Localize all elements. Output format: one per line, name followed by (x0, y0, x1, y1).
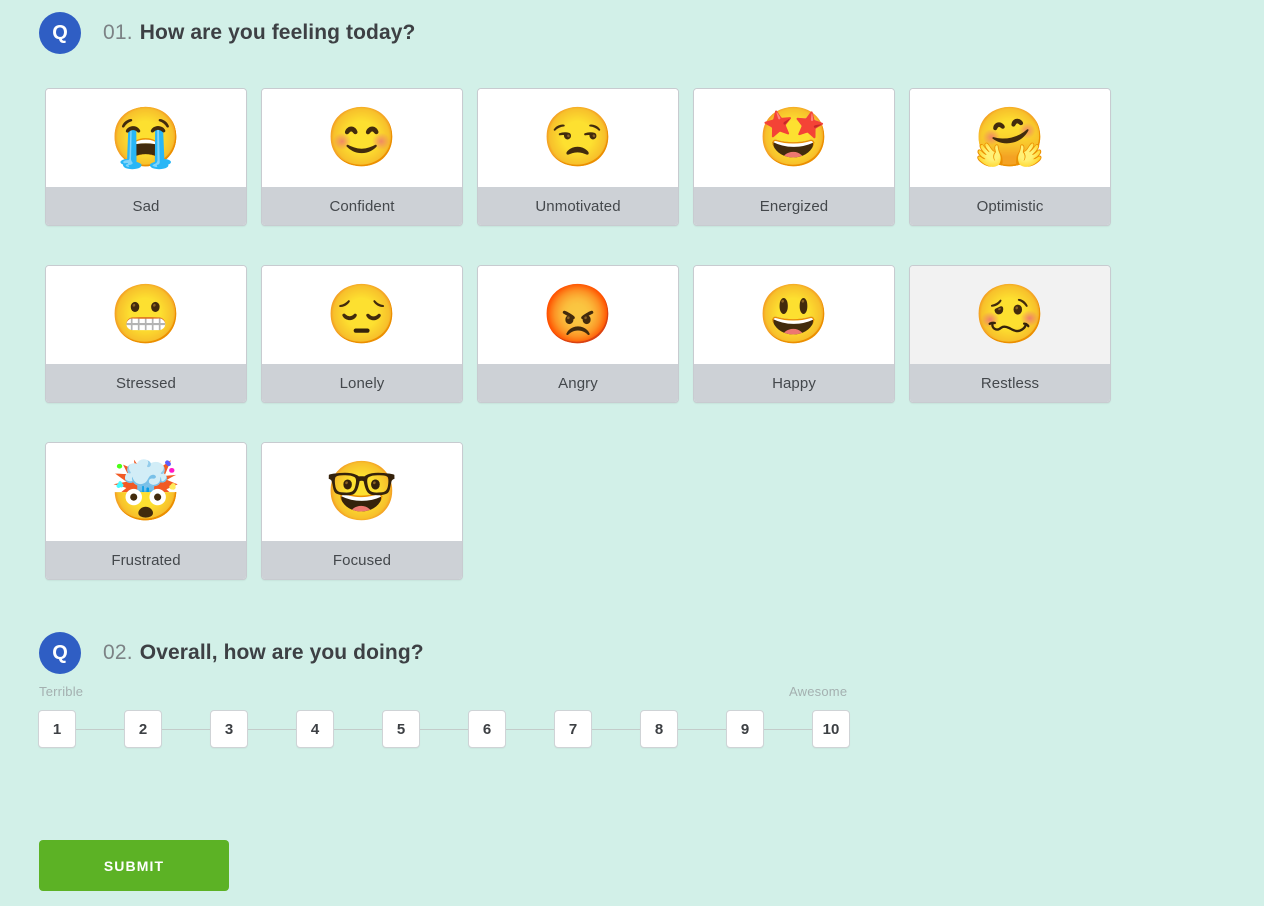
exploding-head-icon: 🤯 (109, 459, 183, 524)
mood-option-confident[interactable]: 😊 Confident (261, 88, 463, 226)
rating-option-10[interactable]: 10 (812, 710, 850, 748)
rating-option-1[interactable]: 1 (38, 710, 76, 748)
rating-low-label: Terrible (39, 684, 84, 699)
rating-option-4[interactable]: 4 (296, 710, 334, 748)
rating-option-3[interactable]: 3 (210, 710, 248, 748)
mood-option-label: Stressed (46, 364, 246, 402)
pouting-face-icon: 😡 (541, 282, 615, 347)
mood-option-label: Frustrated (46, 541, 246, 579)
unamused-face-icon: 😒 (541, 105, 615, 170)
rating-scale-row: 1 2 3 4 5 6 7 8 9 10 (38, 710, 856, 748)
mood-option-unmotivated[interactable]: 😒 Unmotivated (477, 88, 679, 226)
rating-connector (764, 728, 812, 730)
mood-emoji-area: 😃 (694, 266, 894, 364)
rating-scale: Terrible Awesome 1 2 3 4 5 6 7 8 9 10 (38, 684, 856, 748)
question-1-heading: Q 01. How are you feeling today? (39, 12, 415, 54)
hugging-face-icon: 🤗 (973, 105, 1047, 170)
mood-option-sad[interactable]: 😭 Sad (45, 88, 247, 226)
mood-emoji-area: 😔 (262, 266, 462, 364)
nerd-face-icon: 🤓 (325, 459, 399, 524)
rating-connector (592, 728, 640, 730)
rating-option-8[interactable]: 8 (640, 710, 678, 748)
rating-option-7[interactable]: 7 (554, 710, 592, 748)
question-badge-icon: Q (39, 632, 81, 674)
submit-button[interactable]: SUBMIT (39, 840, 229, 891)
question-2-heading: Q 02. Overall, how are you doing? (39, 632, 424, 674)
woozy-face-icon: 🥴 (973, 282, 1047, 347)
mood-option-label: Lonely (262, 364, 462, 402)
mood-option-happy[interactable]: 😃 Happy (693, 265, 895, 403)
question-badge-icon: Q (39, 12, 81, 54)
smiling-face-with-smiling-eyes-icon: 😊 (325, 105, 399, 170)
rating-option-5[interactable]: 5 (382, 710, 420, 748)
mood-option-label: Restless (910, 364, 1110, 402)
question-2-number: 02. (103, 641, 133, 664)
rating-option-2[interactable]: 2 (124, 710, 162, 748)
mood-option-label: Sad (46, 187, 246, 225)
rating-scale-endpoints: Terrible Awesome (38, 684, 856, 704)
rating-connector (162, 728, 210, 730)
mood-emoji-area: 🤩 (694, 89, 894, 187)
mood-option-restless[interactable]: 🥴 Restless (909, 265, 1111, 403)
rating-connector (420, 728, 468, 730)
mood-option-focused[interactable]: 🤓 Focused (261, 442, 463, 580)
grinning-face-with-big-eyes-icon: 😃 (757, 282, 831, 347)
mood-emoji-area: 😬 (46, 266, 246, 364)
mood-emoji-area: 🤯 (46, 443, 246, 541)
mood-emoji-area: 😡 (478, 266, 678, 364)
mood-emoji-area: 🤗 (910, 89, 1110, 187)
mood-option-optimistic[interactable]: 🤗 Optimistic (909, 88, 1111, 226)
pensive-face-icon: 😔 (325, 282, 399, 347)
rating-connector (248, 728, 296, 730)
mood-option-label: Angry (478, 364, 678, 402)
mood-option-grid: 😭 Sad 😊 Confident 😒 Unmotivated 🤩 Energized 🤗 Opt… (45, 88, 1135, 580)
mood-option-label: Optimistic (910, 187, 1110, 225)
mood-option-angry[interactable]: 😡 Angry (477, 265, 679, 403)
rating-connector (76, 728, 124, 730)
mood-option-stressed[interactable]: 😬 Stressed (45, 265, 247, 403)
question-1-number: 01. (103, 21, 133, 44)
rating-option-9[interactable]: 9 (726, 710, 764, 748)
question-2-text: Overall, how are you doing? (139, 641, 424, 664)
star-struck-face-icon: 🤩 (757, 105, 831, 170)
loudly-crying-face-icon: 😭 (109, 105, 183, 170)
mood-emoji-area: 😊 (262, 89, 462, 187)
mood-option-label: Happy (694, 364, 894, 402)
mood-option-label: Confident (262, 187, 462, 225)
rating-high-label: Awesome (789, 684, 848, 699)
mood-option-label: Unmotivated (478, 187, 678, 225)
mood-option-frustrated[interactable]: 🤯 Frustrated (45, 442, 247, 580)
question-1-text: How are you feeling today? (139, 21, 416, 44)
mood-emoji-area: 😭 (46, 89, 246, 187)
rating-connector (334, 728, 382, 730)
mood-emoji-area: 🥴 (910, 266, 1110, 364)
mood-option-label: Focused (262, 541, 462, 579)
mood-emoji-area: 😒 (478, 89, 678, 187)
mood-option-energized[interactable]: 🤩 Energized (693, 88, 895, 226)
rating-connector (678, 728, 726, 730)
mood-option-label: Energized (694, 187, 894, 225)
rating-option-6[interactable]: 6 (468, 710, 506, 748)
rating-connector (506, 728, 554, 730)
grimacing-face-icon: 😬 (109, 282, 183, 347)
mood-emoji-area: 🤓 (262, 443, 462, 541)
mood-option-lonely[interactable]: 😔 Lonely (261, 265, 463, 403)
